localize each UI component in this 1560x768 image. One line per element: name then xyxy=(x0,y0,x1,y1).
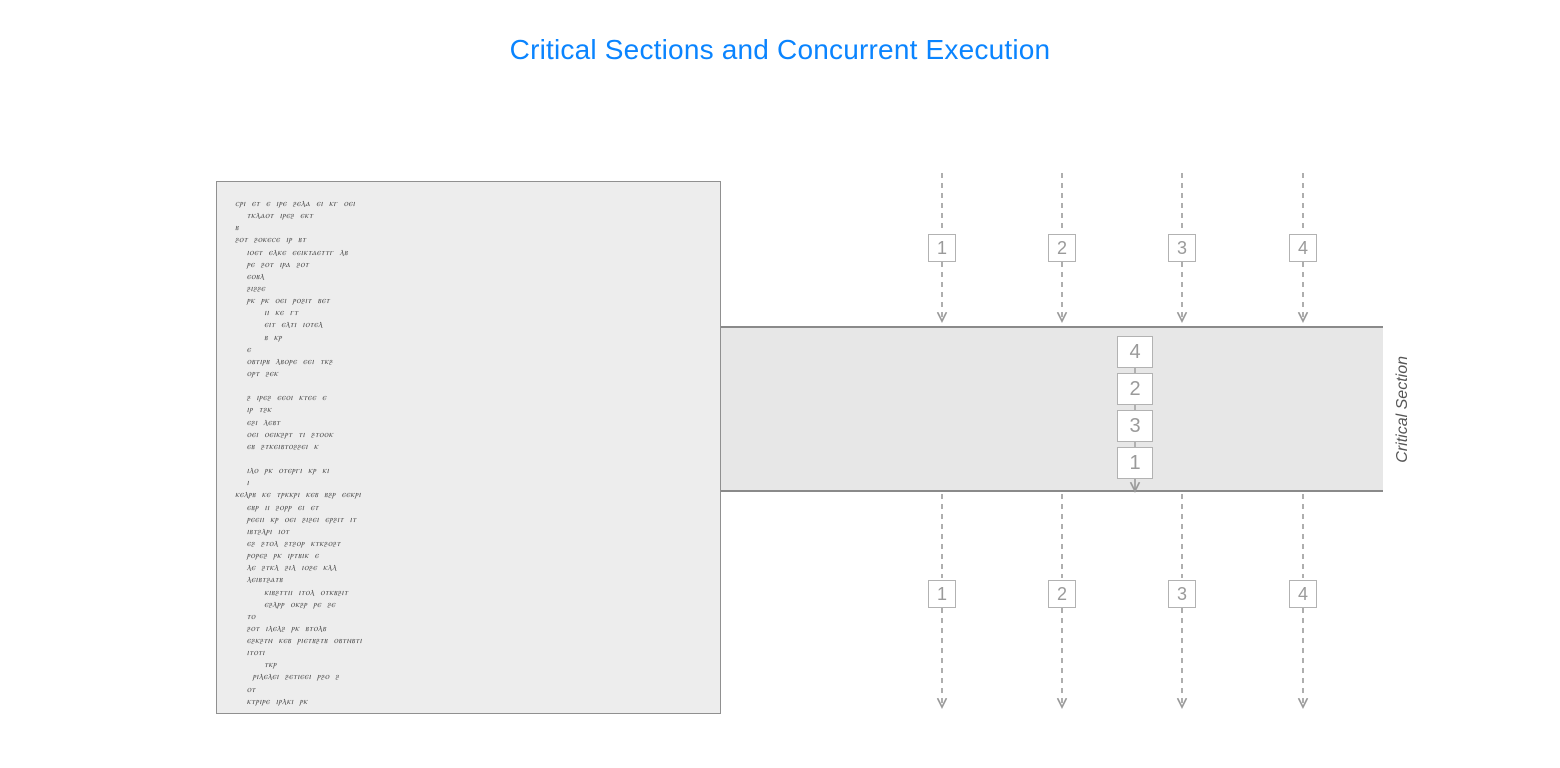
thread-bottom-2: 2 xyxy=(1048,580,1076,608)
queue-item-2: 3 xyxy=(1117,410,1153,442)
thread-top-4: 4 xyxy=(1289,234,1317,262)
thread-bottom-4: 4 xyxy=(1289,580,1317,608)
thread-top-1: 1 xyxy=(928,234,956,262)
critical-section-label: Critical Section xyxy=(1394,356,1412,463)
thread-bottom-3: 3 xyxy=(1168,580,1196,608)
slide-title: Critical Sections and Concurrent Executi… xyxy=(0,34,1560,66)
queue-item-1: 2 xyxy=(1117,373,1153,405)
code-snippet-box: ⲥⲣⲓ ⲉⲧ ⲉ ⲓⲣⲉ ⳉⲉⲗⲁ ⲉⲓ ⲕⲅ ⲟⲉⲓ ⲧⲕⲗⲁⲟⲧ ⲓⲣⲉⳉ … xyxy=(216,181,721,714)
thread-bottom-1: 1 xyxy=(928,580,956,608)
queue-item-3: 1 xyxy=(1117,447,1153,479)
queue-item-0: 4 xyxy=(1117,336,1153,368)
thread-top-2: 2 xyxy=(1048,234,1076,262)
code-text: ⲥⲣⲓ ⲉⲧ ⲉ ⲓⲣⲉ ⳉⲉⲗⲁ ⲉⲓ ⲕⲅ ⲟⲉⲓ ⲧⲕⲗⲁⲟⲧ ⲓⲣⲉⳉ … xyxy=(235,198,702,708)
critical-section-label-container: Critical Section xyxy=(1394,326,1412,492)
thread-top-3: 3 xyxy=(1168,234,1196,262)
